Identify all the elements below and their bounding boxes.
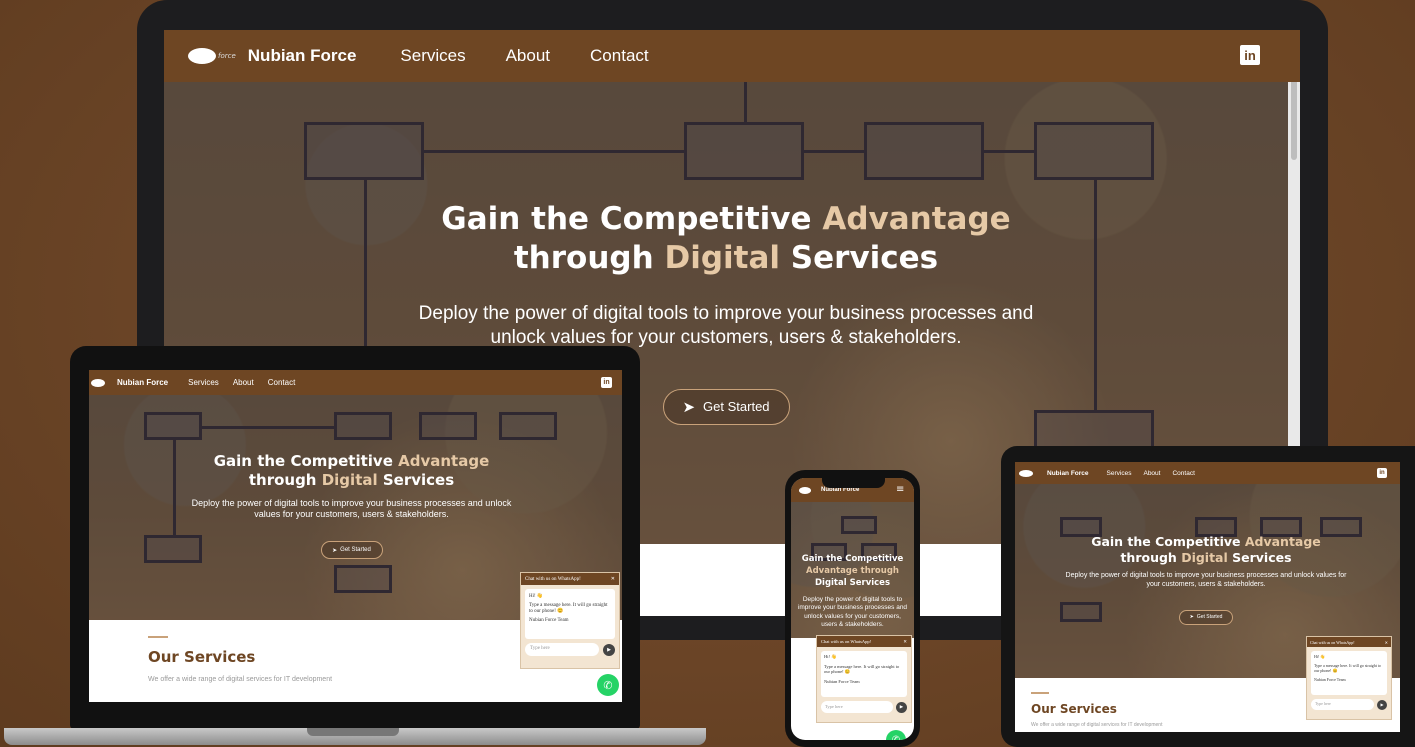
brand-name[interactable]: Nubian Force <box>248 46 357 66</box>
hero-subtitle: Deploy the power of digital tools to imp… <box>418 302 1034 349</box>
send-icon[interactable]: ▶ <box>1377 699 1387 710</box>
chat-header: Chat with us on WhatsApp! <box>525 576 581 582</box>
chat-signature: Nubian Force Team <box>824 679 860 684</box>
nav-about[interactable]: About <box>506 46 550 66</box>
chat-message: Type a message here. It will go straight… <box>1314 663 1381 673</box>
whatsapp-chat-widget: Chat with us on WhatsApp! ✕ Hi! 👋 Type a… <box>816 635 912 723</box>
hero-title: Gain the Competitive Advantage through D… <box>441 201 1011 276</box>
hero-title: Gain the Competitive Advantage through D… <box>1091 534 1321 565</box>
tablet-navbar: Nubian Force Services About Contact in <box>1015 462 1400 484</box>
whatsapp-chat-widget: Chat with us on WhatsApp! ✕ Hi! 👋 Type a… <box>1306 636 1392 720</box>
hero-title: Gain the Competitive Advantage through D… <box>801 554 904 588</box>
hero-title: Gain the Competitive Advantage through D… <box>213 452 490 489</box>
nav-contact[interactable]: Contact <box>590 46 649 66</box>
nav-services[interactable]: Services <box>1107 470 1132 477</box>
chat-input[interactable]: Type here <box>1311 699 1374 710</box>
chat-greeting: Hi! 👋 <box>529 594 544 599</box>
cloud-logo-icon <box>1019 469 1033 477</box>
linkedin-icon[interactable]: in <box>1240 45 1260 65</box>
brand-name[interactable]: Nubian Force <box>117 378 168 387</box>
nav-contact[interactable]: Contact <box>268 378 296 387</box>
phone-hero-content: Gain the Competitive Advantage through D… <box>791 554 914 629</box>
linkedin-icon[interactable]: in <box>1377 468 1387 478</box>
chat-message: Type a message here. It will go straight… <box>824 664 900 674</box>
chat-message: Type a message here. It will go straight… <box>529 603 608 614</box>
whatsapp-chat-widget: Chat with us on WhatsApp! ✕ Hi! 👋 Type a… <box>520 572 620 669</box>
section-accent-bar <box>1031 692 1049 694</box>
services-description: We offer a wide range of digital service… <box>148 676 333 683</box>
paper-plane-icon: ➤ <box>682 398 696 416</box>
cloud-logo-icon <box>799 486 811 494</box>
paper-plane-icon: ➤ <box>1189 614 1194 621</box>
logo-wordmark: force <box>218 52 236 60</box>
chat-signature: Nubian Force Team <box>529 618 569 623</box>
hamburger-icon[interactable]: ≡ <box>896 484 904 495</box>
chat-greeting: Hi! 👋 <box>824 654 837 659</box>
chat-signature: Nubian Force Team <box>1314 677 1346 682</box>
paper-plane-icon: ➤ <box>332 547 338 554</box>
nav-services[interactable]: Services <box>188 378 219 387</box>
hero-subtitle: Deploy the power of digital tools to imp… <box>191 497 512 520</box>
get-started-button[interactable]: ➤ Get Started <box>1179 609 1233 625</box>
chat-input[interactable]: Type here <box>525 643 599 656</box>
chat-header: Chat with us on WhatsApp! <box>821 639 872 644</box>
laptop-hero-content: Gain the Competitive Advantage through D… <box>89 452 614 560</box>
whatsapp-icon[interactable]: ✆ <box>597 674 619 696</box>
send-icon[interactable]: ▶ <box>603 643 615 656</box>
nav-services[interactable]: Services <box>400 46 465 66</box>
get-started-button[interactable]: ➤ Get Started <box>662 388 790 425</box>
nav-contact[interactable]: Contact <box>1172 470 1194 477</box>
tablet-hero-content: Gain the Competitive Advantage through D… <box>1015 534 1397 625</box>
nav-about[interactable]: About <box>1143 470 1160 477</box>
section-accent-bar <box>148 636 168 638</box>
cloud-logo-icon <box>91 378 105 387</box>
hero-subtitle: Deploy the power of digital tools to imp… <box>797 595 908 628</box>
nav-about[interactable]: About <box>233 378 254 387</box>
laptop-base <box>4 728 706 745</box>
cloud-logo-icon <box>188 48 216 64</box>
chat-header: Chat with us on WhatsApp! <box>1310 639 1355 645</box>
tablet-screen: Nubian Force Services About Contact in G… <box>1015 462 1400 732</box>
hero-subtitle: Deploy the power of digital tools to imp… <box>1065 572 1347 589</box>
close-icon[interactable]: ✕ <box>903 639 907 645</box>
brand-name[interactable]: Nubian Force <box>1047 470 1089 477</box>
chat-input[interactable]: Type here <box>821 701 893 713</box>
close-icon[interactable]: ✕ <box>1385 640 1388 645</box>
send-icon[interactable]: ▶ <box>896 701 907 713</box>
chat-greeting: Hi! 👋 <box>1314 654 1326 659</box>
linkedin-icon[interactable]: in <box>601 377 612 388</box>
main-navbar: force Nubian Force Services About Contac… <box>164 30 1300 82</box>
whatsapp-icon[interactable]: ✆ <box>886 730 906 740</box>
services-description: We offer a wide range of digital service… <box>1031 722 1163 728</box>
close-icon[interactable]: ✕ <box>611 576 615 582</box>
laptop-navbar: Nubian Force Services About Contact in <box>89 370 622 395</box>
brand-logo[interactable]: force <box>188 48 236 64</box>
phone-screen: Nubian Force ≡ Gain the Competitive Adva… <box>791 478 914 740</box>
get-started-button[interactable]: ➤ Get Started <box>320 541 383 560</box>
phone-notch <box>822 478 885 488</box>
